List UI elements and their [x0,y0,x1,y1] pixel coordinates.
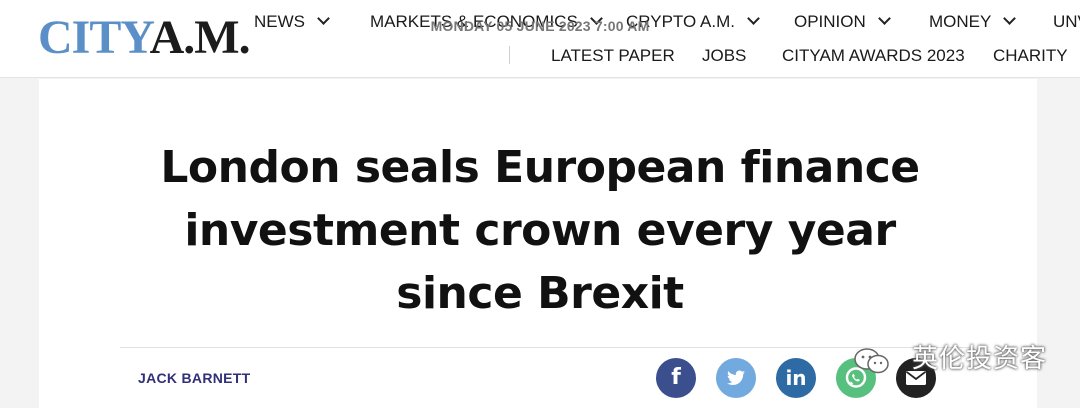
nav-item-cityam-awards[interactable]: CITYAM AWARDS 2023 [782,44,965,68]
facebook-icon: f [671,365,681,390]
site-header: CITYA.M. NEWS MARKETS & ECONOMICS CRYPTO… [0,0,1080,78]
share-linkedin-button[interactable]: in [776,358,816,398]
divider [120,347,970,348]
wechat-icon [854,348,889,374]
secondary-nav: LATEST PAPER JOBS CITYAM AWARDS 2023 CHA… [0,44,1080,68]
linkedin-icon: in [785,366,807,390]
author-link[interactable]: JACK BARNETT [138,370,251,386]
nav-item-latest-paper[interactable]: LATEST PAPER [551,44,675,68]
share-facebook-button[interactable]: f [656,358,696,398]
article-headline: London seals European finance investment… [160,142,920,319]
watermark-text: 英伦投资客 [912,344,1048,374]
nav-item-jobs[interactable]: JOBS [702,44,746,68]
twitter-icon [727,370,745,385]
share-twitter-button[interactable] [716,358,756,398]
article-date: MONDAY 05 JUNE 2023 7:00 AM [430,18,650,34]
nav-item-charity[interactable]: CHARITY [993,44,1068,68]
